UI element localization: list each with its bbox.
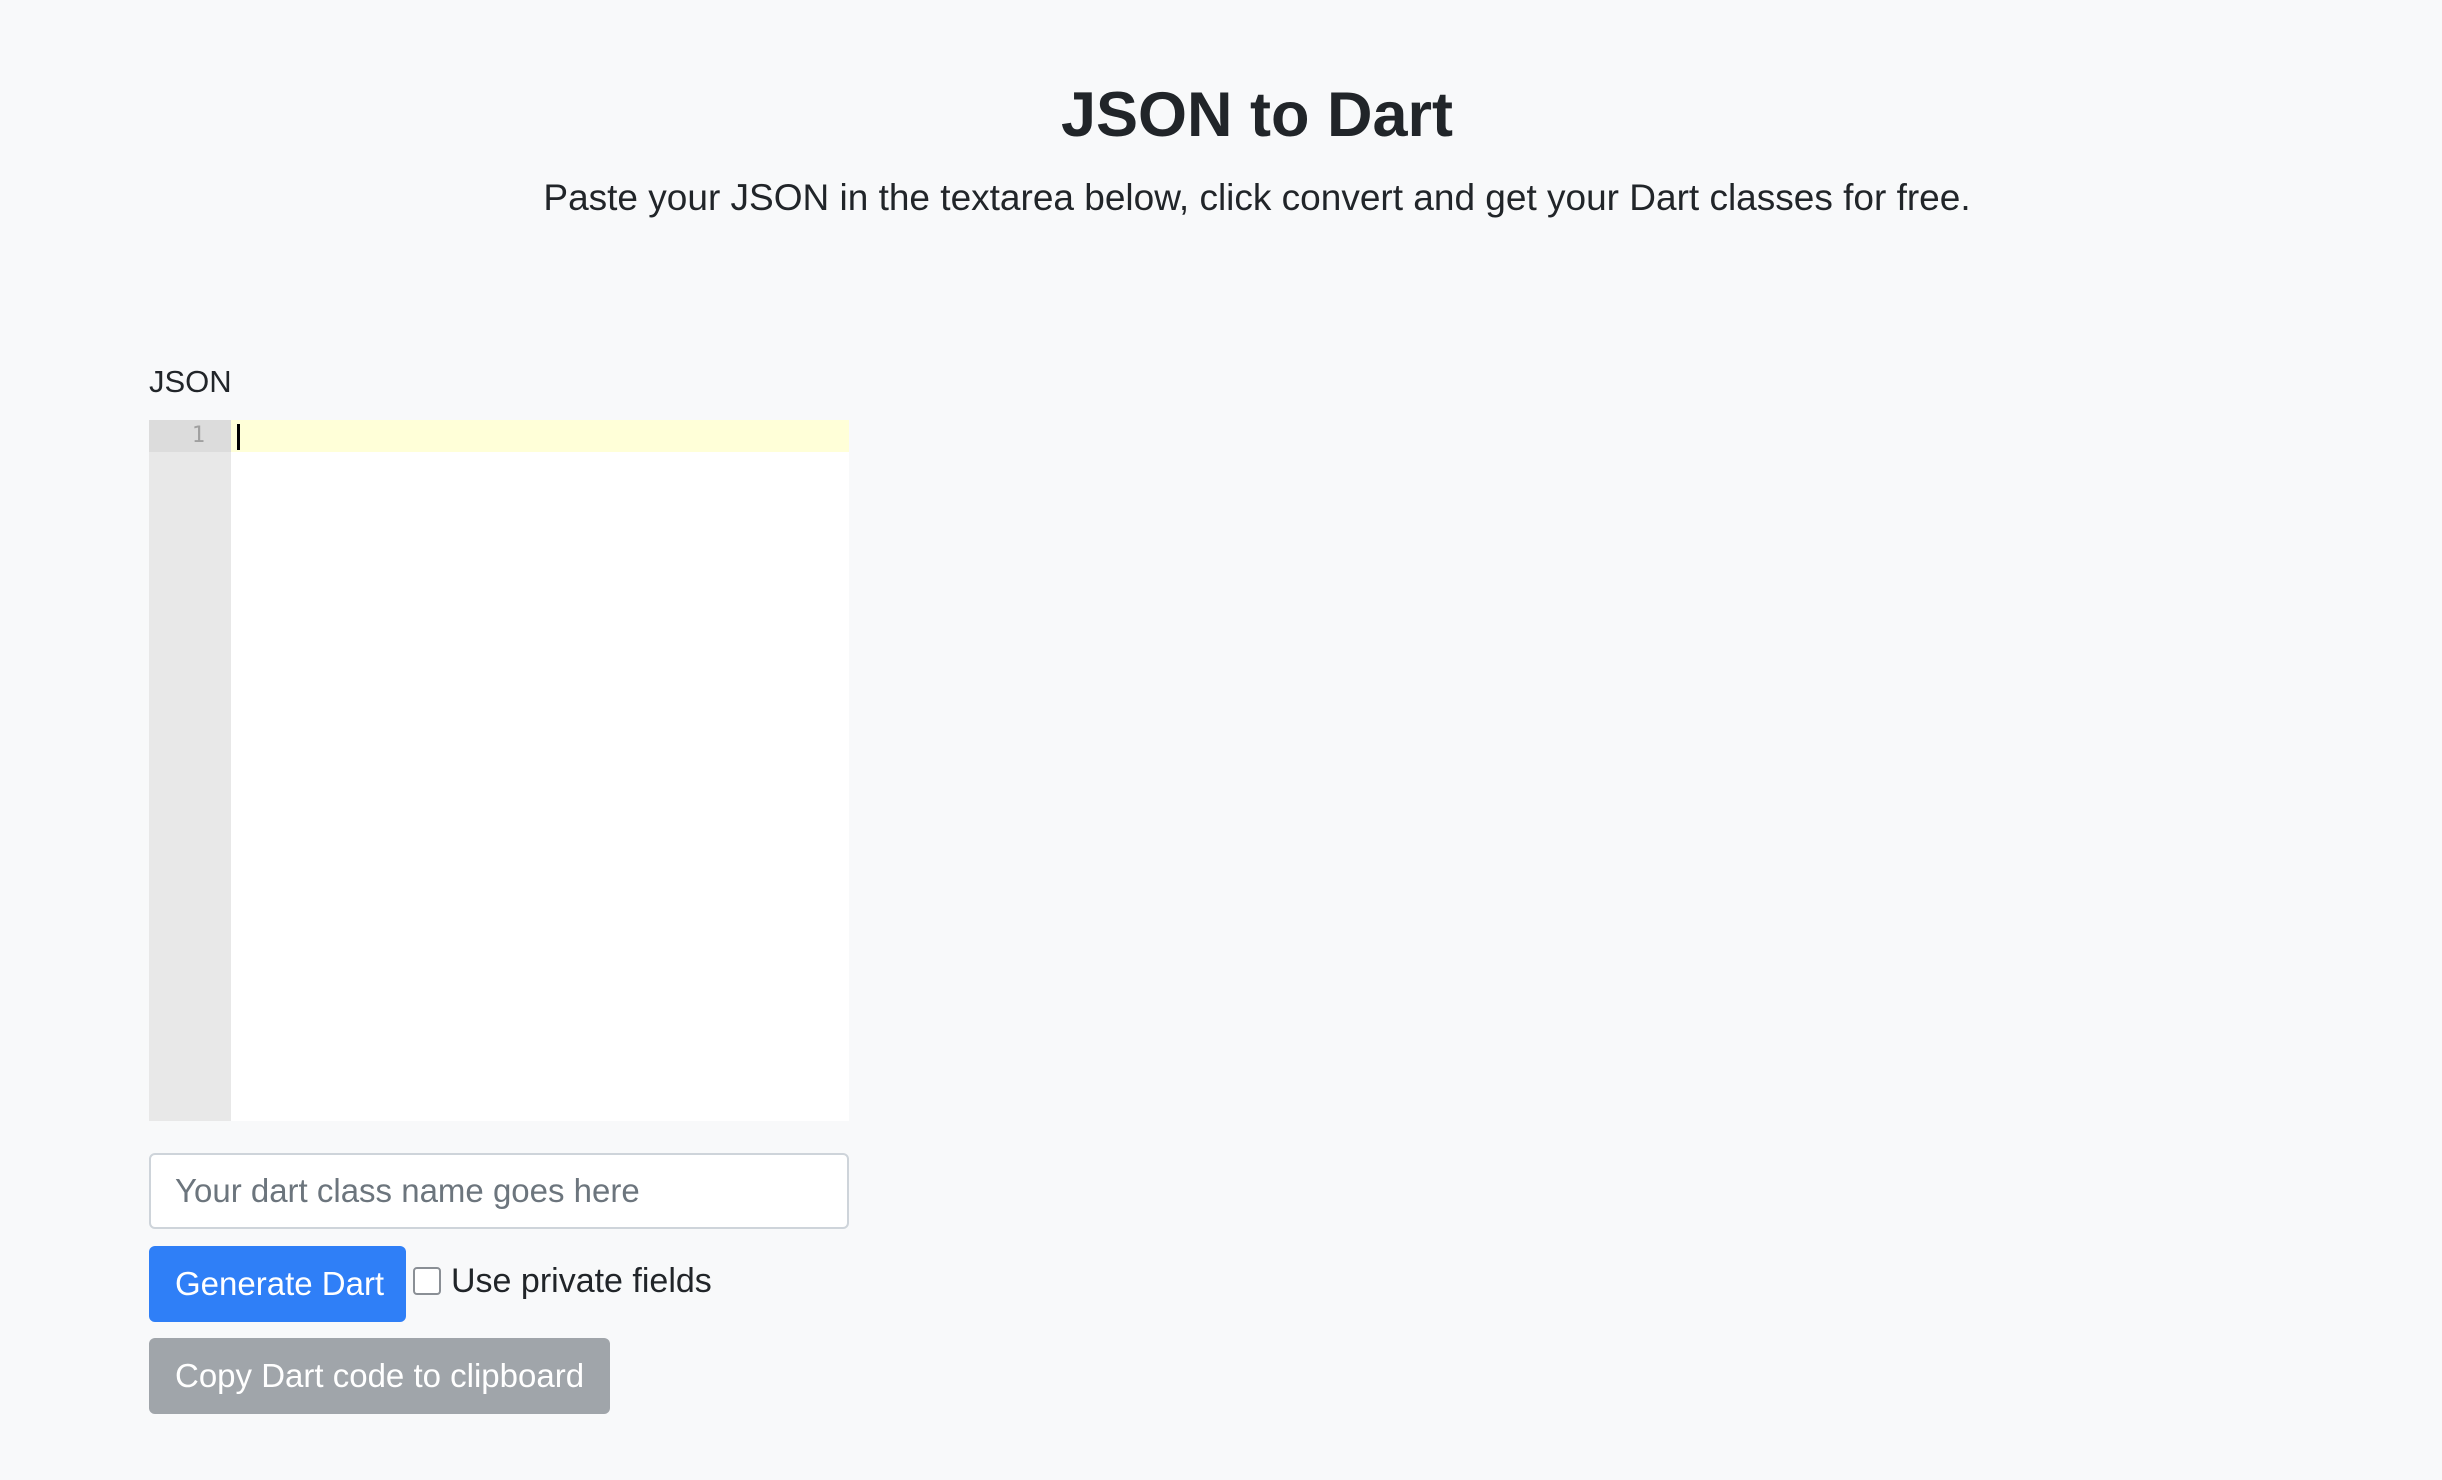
private-fields-label[interactable]: Use private fields (451, 1258, 712, 1304)
generate-dart-button[interactable]: Generate Dart (149, 1246, 406, 1322)
class-name-input[interactable] (149, 1153, 849, 1229)
json-editor-label: JSON (149, 364, 232, 399)
json-editor[interactable]: 1 (149, 420, 849, 1121)
page-subtitle: Paste your JSON in the textarea below, c… (543, 177, 1971, 218)
editor-gutter-active-line: 1 (149, 420, 231, 452)
copy-dart-button[interactable]: Copy Dart code to clipboard (149, 1338, 610, 1414)
page: JSON to Dart Paste your JSON in the text… (0, 0, 2442, 1480)
private-fields-checkbox[interactable] (413, 1267, 441, 1295)
editor-active-line[interactable] (231, 420, 849, 452)
line-number: 1 (191, 423, 205, 448)
editor-gutter (149, 420, 231, 1121)
private-fields-option[interactable]: Use private fields (413, 1258, 712, 1304)
text-cursor (237, 424, 240, 450)
page-title: JSON to Dart (1060, 80, 1454, 150)
